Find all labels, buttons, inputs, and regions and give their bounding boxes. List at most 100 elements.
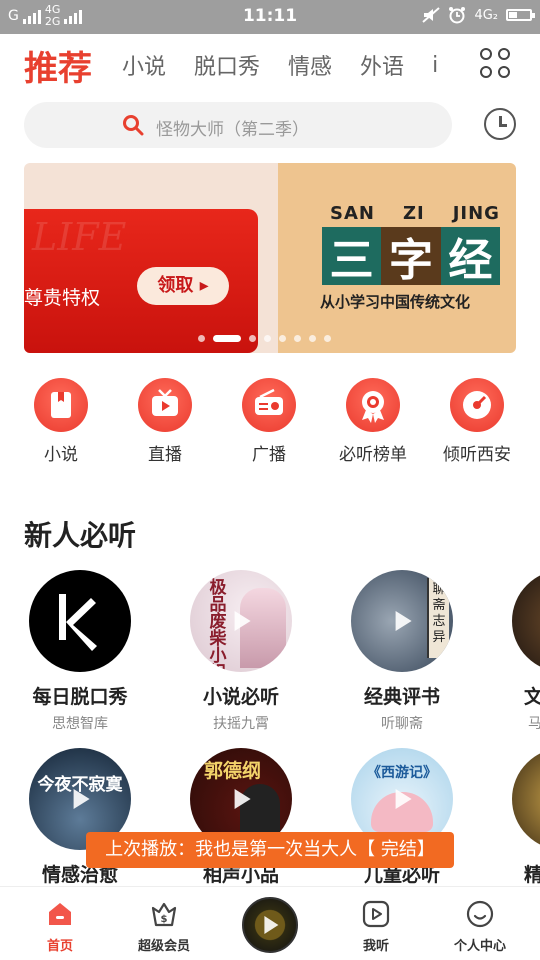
nav-home[interactable]: 首页 bbox=[10, 899, 110, 954]
shortcut-label: 倾听西安 bbox=[443, 445, 511, 465]
carousel-dot bbox=[264, 335, 271, 342]
network-type-right: 4G₂ bbox=[474, 7, 498, 23]
shortcut-label: 必听榜单 bbox=[339, 445, 407, 465]
profile-face-icon bbox=[465, 899, 495, 929]
album-name: 精 bbox=[524, 864, 540, 886]
album-card[interactable]: 精 bbox=[492, 748, 540, 887]
play-icon bbox=[395, 611, 412, 631]
award-icon bbox=[346, 378, 400, 432]
card-watermark: LIFE bbox=[32, 215, 127, 259]
cover-title: 《西游记》 bbox=[367, 765, 437, 781]
last-played-toast[interactable]: 上次播放：我也是第一次当大人【 完结】 bbox=[86, 832, 454, 868]
book-icon bbox=[34, 378, 88, 432]
banner-left-panel: LIFE 尊贵特权 领取 ▸ bbox=[24, 163, 278, 353]
alarm-icon bbox=[449, 7, 466, 24]
album-card[interactable]: 极品废柴小姐 小说必听 扶摇九霄 bbox=[171, 570, 311, 733]
nav-label: 我听 bbox=[362, 939, 389, 954]
category-shortcuts: 小说 直播 广播 必听榜单 倾听西安 bbox=[0, 378, 540, 468]
tab-novel[interactable]: 小说 bbox=[122, 49, 166, 81]
tab-emotion[interactable]: 情感 bbox=[288, 49, 332, 81]
carousel-dot bbox=[309, 335, 316, 342]
album-cover bbox=[512, 748, 540, 850]
title-char-2: 字 bbox=[381, 227, 441, 286]
nav-label: 超级会员 bbox=[137, 939, 190, 954]
tab-language[interactable]: 外语 bbox=[360, 49, 404, 81]
category-tabs: 推荐 小说 脱口秀 情感 外语 i bbox=[24, 40, 464, 90]
shortcut-charts[interactable]: 必听榜单 bbox=[321, 378, 425, 465]
title-char-3: 经 bbox=[440, 227, 500, 286]
k-logo-icon bbox=[59, 594, 97, 651]
shortcut-xian[interactable]: 倾听西安 bbox=[425, 378, 529, 465]
promo-banner[interactable]: LIFE 尊贵特权 领取 ▸ SAN ZI JING 三 字 经 从小学习中国传… bbox=[24, 163, 516, 353]
carousel-dot bbox=[279, 335, 286, 342]
tab-more-cut[interactable]: i bbox=[432, 53, 438, 78]
tab-recommend[interactable]: 推荐 bbox=[24, 41, 92, 90]
album-card[interactable]: 每日脱口秀 思想智库 bbox=[10, 570, 150, 733]
play-square-icon bbox=[361, 899, 391, 929]
status-right: 4G₂ bbox=[422, 6, 535, 24]
app-screen: { "status_bar": { "carrier_left": "G", "… bbox=[0, 0, 540, 960]
history-clock-icon[interactable] bbox=[484, 108, 516, 140]
carousel-dot bbox=[198, 335, 205, 342]
carousel-dots bbox=[198, 335, 331, 342]
album-name: 经典评书 bbox=[363, 686, 440, 708]
cover-title: 聊斋志异 bbox=[427, 578, 449, 658]
play-icon bbox=[264, 916, 279, 934]
claim-button[interactable]: 领取 ▸ bbox=[137, 267, 229, 305]
carousel-dot-active bbox=[213, 335, 241, 342]
album-cover: 极品废柴小姐 bbox=[190, 570, 292, 672]
vip-bag-icon: $ bbox=[149, 899, 179, 929]
album-author: 听聊斋 bbox=[381, 716, 423, 732]
album-name: 文 bbox=[524, 686, 540, 708]
album-name: 每日脱口秀 bbox=[32, 686, 128, 708]
play-icon bbox=[234, 789, 251, 809]
shortcut-label: 直播 bbox=[148, 445, 182, 465]
banner-right-panel: SAN ZI JING 三 字 经 从小学习中国传统文化 bbox=[278, 163, 516, 353]
banner-privilege-text: 尊贵特权 bbox=[24, 287, 101, 309]
nav-label: 个人中心 bbox=[453, 939, 506, 954]
title-char-1: 三 bbox=[322, 227, 382, 286]
nav-label: 首页 bbox=[46, 939, 73, 954]
disc-icon bbox=[450, 378, 504, 432]
search-bar[interactable]: 怪物大师（第二季） bbox=[24, 102, 452, 148]
shortcut-radio[interactable]: 广播 bbox=[217, 378, 321, 465]
search-icon bbox=[123, 115, 144, 136]
svg-text:$: $ bbox=[161, 914, 168, 925]
play-icon bbox=[234, 611, 251, 631]
radio-icon bbox=[242, 378, 296, 432]
battery-icon bbox=[506, 9, 535, 21]
album-cover bbox=[512, 570, 540, 672]
carousel-dot bbox=[249, 335, 256, 342]
bottom-nav: 首页 $ 超级会员 我听 个人中心 bbox=[0, 886, 540, 960]
tv-icon bbox=[138, 378, 192, 432]
banner-title-board: 三 字 经 bbox=[322, 227, 500, 286]
album-card[interactable]: 聊斋志异 经典评书 听聊斋 bbox=[332, 570, 472, 733]
cover-title: 极品废柴小姐 bbox=[209, 578, 227, 673]
play-icon bbox=[395, 789, 412, 809]
nav-listen[interactable]: 我听 bbox=[326, 899, 426, 954]
album-name: 小说必听 bbox=[202, 686, 279, 708]
album-author: 马 bbox=[528, 716, 540, 732]
album-cover bbox=[29, 570, 131, 672]
shortcut-novel[interactable]: 小说 bbox=[9, 378, 113, 465]
all-categories-icon[interactable] bbox=[480, 48, 512, 80]
banner-subtitle: 从小学习中国传统文化 bbox=[320, 293, 471, 311]
tab-talkshow[interactable]: 脱口秀 bbox=[194, 49, 260, 81]
nav-profile[interactable]: 个人中心 bbox=[430, 899, 530, 954]
album-author: 思想智库 bbox=[52, 716, 108, 732]
section-title: 新人必听 bbox=[24, 519, 137, 552]
status-bar: G 4G 2G 11:11 4G₂ bbox=[0, 0, 540, 34]
nav-vip[interactable]: $ 超级会员 bbox=[114, 899, 214, 954]
shortcut-live[interactable]: 直播 bbox=[113, 378, 217, 465]
banner-pinyin: SAN ZI JING bbox=[330, 203, 500, 224]
carousel-dot bbox=[324, 335, 331, 342]
shortcut-label: 广播 bbox=[252, 445, 286, 465]
now-playing-disc-icon[interactable] bbox=[242, 897, 298, 953]
album-cover: 聊斋志异 bbox=[351, 570, 453, 672]
pinyin-jing: JING bbox=[452, 203, 500, 224]
album-author: 扶摇九霄 bbox=[213, 716, 269, 732]
album-card[interactable]: 文 马 bbox=[492, 570, 540, 733]
shortcut-label: 小说 bbox=[44, 445, 78, 465]
cover-title: 郭德纲 bbox=[204, 760, 262, 782]
home-icon bbox=[45, 899, 75, 929]
